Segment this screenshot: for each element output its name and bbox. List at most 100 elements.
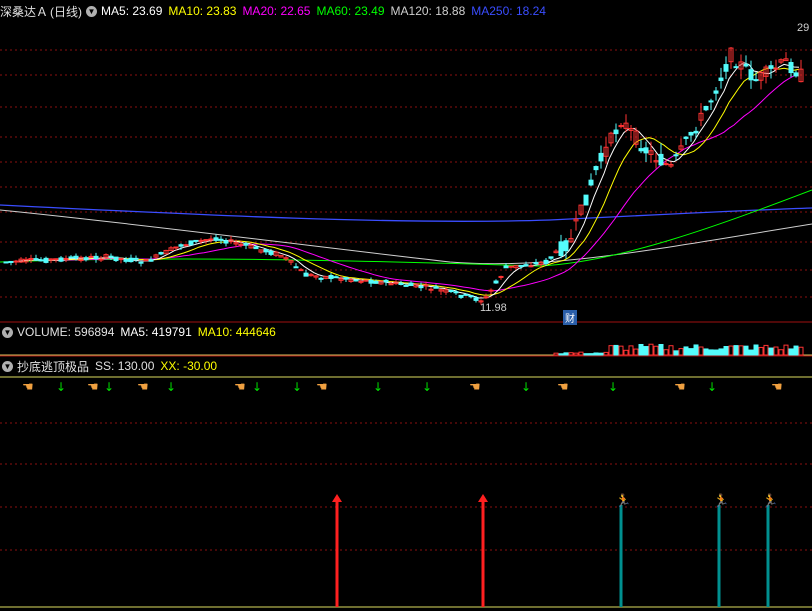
volume-bar (613, 344, 619, 356)
volume-bar (723, 346, 729, 356)
candle-body (643, 147, 649, 154)
candle-body (733, 66, 739, 69)
ma20-legend: MA20: 22.65 (242, 4, 311, 18)
volume-bar (738, 345, 744, 356)
candle-body (68, 256, 74, 259)
ma250-legend: MA250: 18.24 (471, 4, 546, 18)
hand-pointer-icon: ☚ (87, 380, 99, 395)
volume-bar (768, 347, 774, 356)
volume-ma10: MA10: 444646 (197, 325, 276, 339)
hand-pointer-icon: ☚ (316, 380, 328, 395)
candle-body (688, 131, 694, 136)
volume-bar (583, 353, 589, 356)
green-arrow-icon: ↓ (373, 380, 383, 394)
candle-body (708, 100, 714, 103)
candle-body (463, 293, 469, 296)
volume-bar (678, 348, 684, 356)
volume-bar (753, 344, 759, 356)
candle-body (328, 275, 334, 279)
candle-body (683, 136, 689, 139)
candle-body (303, 272, 309, 277)
candle-body (418, 285, 424, 289)
candle-body (453, 291, 459, 294)
ma120-legend: MA120: 18.88 (390, 4, 466, 18)
green-arrow-icon: ↓ (292, 380, 302, 394)
candle-body (143, 259, 149, 262)
candle-body (223, 240, 229, 244)
stock-name[interactable]: 深桑达Ａ (0, 3, 48, 20)
volume-bar (608, 345, 614, 356)
candle-body (358, 280, 364, 283)
chevron-down-icon[interactable]: ▼ (86, 5, 98, 17)
indicator-title: 抄底逃顶极品 (17, 359, 90, 374)
volume-bar (673, 350, 679, 356)
candle-body (718, 77, 724, 82)
hand-pointer-icon: ☚ (234, 380, 246, 395)
hand-pointer-icon: ☚ (469, 380, 481, 395)
volume-bar (748, 349, 754, 356)
candle-body (673, 154, 679, 157)
volume-bar (603, 351, 609, 356)
low-price-label: 11.98 (480, 302, 507, 314)
period-label: (日线) (50, 4, 83, 19)
chevron-down-icon[interactable]: ▼ (2, 326, 13, 338)
candle-body (543, 259, 549, 264)
candle-body (293, 266, 299, 269)
red-up-arrow-icon (478, 494, 488, 502)
candle-body (658, 153, 664, 166)
volume-bar (698, 346, 704, 356)
volume-bar (633, 348, 639, 356)
finance-badge[interactable]: 财 (563, 310, 577, 325)
green-arrow-icon: ↓ (252, 380, 262, 394)
candle-body (213, 237, 219, 241)
candle-body (423, 284, 429, 287)
candle-body (403, 284, 409, 287)
volume-ma5: MA5: 419791 (120, 325, 192, 339)
volume-bar (683, 346, 689, 356)
candle-body (33, 258, 39, 261)
volume-bar (638, 343, 644, 356)
volume-bar (593, 352, 599, 356)
volume-bar (778, 349, 784, 356)
candle-body (498, 275, 504, 278)
candle-body (138, 261, 144, 264)
indicator-xx: XX: -30.00 (160, 359, 218, 373)
volume-bar (693, 344, 699, 356)
volume-bar (558, 353, 564, 356)
candle-body (158, 252, 164, 255)
high-price-label: 29 (797, 22, 810, 34)
candle-body (148, 259, 154, 262)
candle-body (408, 282, 414, 287)
runner-icon: 🏃 (762, 493, 778, 509)
candle-body (113, 256, 119, 262)
candle-body (123, 258, 129, 262)
ma120-line (0, 209, 812, 265)
candle-body (243, 243, 249, 246)
candle-body (183, 244, 189, 247)
candle-body (198, 239, 204, 242)
volume-bar (628, 345, 634, 356)
green-arrow-icon: ↓ (422, 380, 432, 394)
candle-body (693, 130, 699, 134)
candle-body (238, 243, 244, 246)
candle-body (373, 280, 379, 284)
candle-body (613, 129, 619, 135)
volume-bar (758, 346, 764, 356)
volume-bar (728, 345, 734, 356)
candle-body (128, 257, 134, 263)
candle-body (588, 179, 594, 186)
candle-body (93, 255, 99, 260)
hand-pointer-icon: ☚ (674, 380, 686, 395)
chevron-down-icon[interactable]: ▼ (2, 360, 13, 372)
volume-bar (568, 352, 574, 356)
candle-body (108, 255, 114, 258)
stock-chart-canvas[interactable]: ☚ ☚ ☚ ☚ ☚ ☚ ☚ ☚ ☚ ↓ ↓ ↓ ↓ ↓ ↓ ↓ ↓ ↓ ↓ 🏃 🏃 🏃 (0, 0, 812, 611)
ma10-line (3, 67, 800, 296)
candle-body (353, 279, 359, 282)
candle-body (268, 250, 274, 255)
candle-body (563, 240, 569, 252)
green-arrow-icon: ↓ (521, 380, 531, 394)
candle-body (118, 258, 124, 261)
candle-body (768, 65, 774, 69)
candle-body (548, 256, 554, 259)
